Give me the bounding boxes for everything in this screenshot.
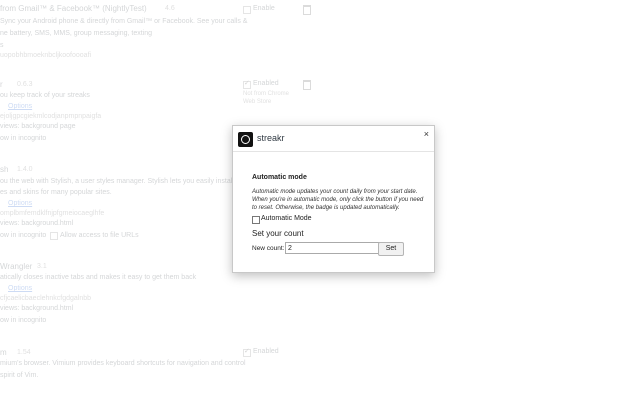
streakr-options-dialog: streakr × Automatic mode Automatic mode … [232,125,435,273]
set-count-heading: Set your count [252,229,304,238]
automatic-mode-label: Automatic Mode [261,215,312,222]
close-icon[interactable]: × [424,129,429,139]
new-count-label: New count: [252,245,285,252]
streakr-logo-icon [238,132,253,147]
automatic-mode-description: Automatic mode updates your count daily … [252,189,424,211]
automatic-mode-checkbox[interactable] [252,216,260,224]
automatic-mode-heading: Automatic mode [252,174,307,181]
set-button[interactable]: Set [378,242,404,256]
new-count-input[interactable] [285,242,380,254]
dialog-title: streakr [257,133,285,143]
dialog-header: streakr × [233,126,434,152]
